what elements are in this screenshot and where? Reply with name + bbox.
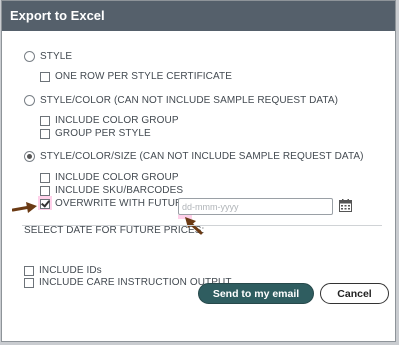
include-ids-label: INCLUDE IDs — [39, 265, 102, 276]
send-to-email-button[interactable]: Send to my email — [198, 283, 314, 304]
export-dialog: Export to Excel STYLE ONE ROW PER STYLE … — [1, 0, 396, 342]
dialog-title: Export to Excel — [2, 1, 395, 31]
include-ids-checkbox[interactable] — [24, 265, 34, 276]
cancel-button[interactable]: Cancel — [320, 283, 389, 304]
include-care-checkbox[interactable] — [24, 277, 34, 288]
option-include-ids[interactable]: INCLUDE IDs — [24, 265, 102, 276]
